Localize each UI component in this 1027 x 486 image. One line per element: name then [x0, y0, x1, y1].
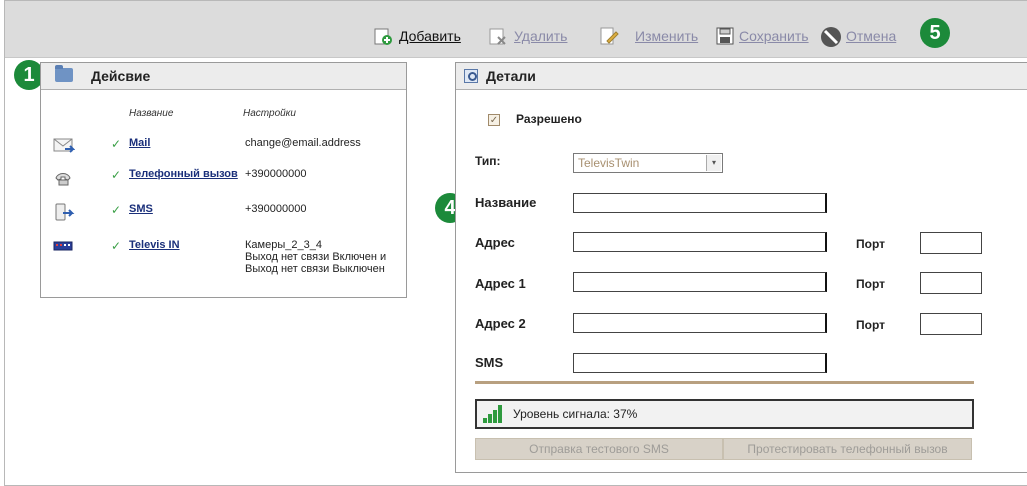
action-settings: +390000000	[245, 203, 307, 215]
action-name-link[interactable]: SMS	[129, 203, 153, 215]
add-button[interactable]: Добавить	[373, 25, 461, 47]
details-panel-header: Детали	[456, 63, 1027, 90]
port1-label: Порт	[856, 277, 886, 291]
port-label: Порт	[856, 237, 886, 251]
check-icon: ✓	[111, 168, 122, 182]
save-icon	[715, 26, 735, 46]
mail-icon	[53, 137, 76, 153]
enabled-label: Разрешено	[516, 112, 582, 126]
type-select-value: TelevisTwin	[578, 156, 640, 170]
magnifier-icon	[464, 69, 478, 83]
actions-panel-header: Дейсвие	[41, 63, 406, 90]
address1-field[interactable]	[573, 272, 827, 292]
check-icon: ✓	[111, 239, 122, 253]
details-panel-title: Детали	[486, 68, 536, 84]
action-settings: change@email.address	[245, 137, 361, 149]
action-name-link[interactable]: Телефонный вызов	[129, 168, 238, 180]
settings-line: Выход нет связи Выключен	[245, 263, 385, 275]
test-sms-button[interactable]: Отправка тестового SMS	[475, 438, 723, 460]
address-label: Адрес	[475, 235, 515, 250]
signal-strength-icon	[483, 405, 505, 423]
column-header-settings: Настройки	[243, 108, 296, 119]
televis-in-icon	[53, 239, 73, 255]
address2-field[interactable]	[573, 313, 827, 333]
delete-icon	[488, 26, 508, 46]
sms-icon	[53, 203, 75, 221]
badge-5: 5	[920, 18, 950, 48]
sms-field[interactable]	[573, 353, 827, 373]
action-name-link[interactable]: Televis IN	[129, 239, 180, 251]
cancel-button[interactable]: Отмена	[820, 25, 896, 47]
folder-icon	[55, 65, 73, 82]
enabled-checkbox[interactable]: ✓	[488, 114, 500, 126]
action-settings: +390000000	[245, 168, 307, 180]
edit-button[interactable]: Изменить	[599, 25, 698, 47]
address1-label: Адрес 1	[475, 276, 526, 291]
type-select[interactable]: TelevisTwin ▾	[573, 153, 723, 173]
type-label: Тип:	[475, 154, 501, 168]
toolbar: Добавить Удалить Изменить Сохранить Отме…	[5, 1, 1027, 58]
chevron-down-icon[interactable]: ▾	[706, 155, 721, 171]
test-call-button[interactable]: Протестировать телефонный вызов	[723, 438, 972, 460]
name-label: Название	[475, 195, 537, 210]
sms-label: SMS	[475, 355, 504, 370]
actions-panel: Дейсвие Название Настройки ✓ Mail change…	[40, 62, 407, 298]
delete-button[interactable]: Удалить	[488, 25, 567, 47]
save-label: Сохранить	[739, 28, 809, 44]
section-divider	[475, 381, 974, 384]
cancel-icon	[820, 26, 841, 47]
phone-icon	[53, 168, 73, 186]
settings-line: Камеры_2_3_4	[245, 239, 322, 251]
port2-label: Порт	[856, 318, 886, 332]
action-settings: Камеры_2_3_4 Выход нет связи Включен и В…	[245, 239, 386, 275]
add-label: Добавить	[399, 28, 461, 44]
column-header-name: Название	[129, 108, 174, 119]
action-name-link[interactable]: Mail	[129, 137, 150, 149]
check-icon: ✓	[111, 137, 122, 151]
signal-level-text: Уровень сигнала: 37%	[513, 407, 638, 421]
port-field[interactable]	[920, 232, 982, 254]
address-field[interactable]	[573, 232, 827, 252]
port2-field[interactable]	[920, 313, 982, 335]
actions-panel-title: Дейсвие	[91, 68, 151, 84]
signal-level-bar: Уровень сигнала: 37%	[475, 399, 974, 429]
cancel-label: Отмена	[846, 28, 897, 44]
address2-label: Адрес 2	[475, 316, 526, 331]
edit-icon	[599, 26, 619, 46]
name-field[interactable]	[573, 193, 827, 213]
add-icon	[373, 26, 393, 46]
port1-field[interactable]	[920, 272, 982, 294]
settings-line: Выход нет связи Включен и	[245, 251, 387, 263]
check-icon: ✓	[111, 203, 122, 217]
delete-label: Удалить	[514, 28, 568, 44]
edit-label: Изменить	[635, 28, 699, 44]
save-button[interactable]: Сохранить	[715, 25, 809, 47]
